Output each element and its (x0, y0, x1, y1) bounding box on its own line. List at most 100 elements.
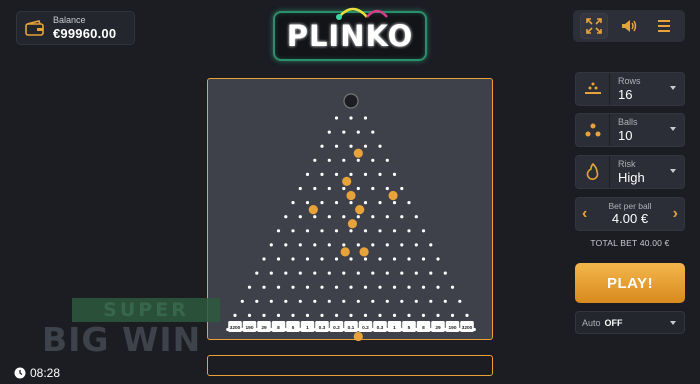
peg (298, 299, 302, 303)
peg (436, 285, 440, 289)
bet-value: 4.00 € (611, 211, 649, 226)
peg (436, 257, 440, 261)
auto-select[interactable]: Auto OFF (575, 311, 685, 334)
peg (305, 229, 310, 233)
balls-value: 10 (618, 127, 633, 143)
logo-arc-decoration (336, 7, 388, 20)
peg (320, 229, 324, 233)
ball (347, 219, 357, 229)
rows-select[interactable]: Rows 16 (575, 72, 685, 106)
peg (313, 186, 317, 191)
chevron-down-icon (670, 86, 676, 90)
peg (320, 285, 324, 289)
ball (342, 176, 352, 186)
peg (334, 313, 339, 317)
peg (450, 285, 455, 289)
peg (400, 186, 404, 191)
rows-icon-wrap (576, 73, 610, 105)
ball (340, 247, 350, 257)
peg (407, 229, 411, 233)
multiplier-label: 0.2 (333, 325, 340, 331)
sound-button[interactable] (615, 13, 643, 39)
chevron-down-icon (670, 127, 676, 131)
peg (349, 201, 353, 205)
peg (276, 285, 281, 289)
peg (443, 271, 447, 275)
peg (342, 186, 346, 191)
clock-icon (14, 367, 26, 379)
peg (363, 229, 368, 233)
peg (342, 271, 346, 275)
ball (359, 247, 369, 257)
plinko-field: 3200 190 29 8 5 1 0.3 0.2 0.1 0.2 0.3 1 5 8 29 190 3200 (226, 93, 476, 341)
peg (356, 158, 360, 162)
peg (371, 215, 375, 219)
fullscreen-button[interactable] (580, 13, 609, 39)
peg (342, 299, 346, 303)
multiplier-label: 5 (408, 325, 411, 331)
watermark-super-text: SUPER (72, 298, 220, 322)
ball (353, 331, 363, 341)
play-button[interactable]: PLAY! (575, 263, 685, 303)
peg (400, 271, 404, 275)
multiplier-label: 0.3 (377, 325, 384, 331)
peg (320, 257, 324, 261)
chevron-down-icon (670, 169, 676, 173)
peg (298, 271, 302, 275)
peg (356, 130, 360, 134)
multiplier-label: 190 (245, 325, 253, 331)
peg (378, 313, 382, 317)
menu-button[interactable] (650, 13, 678, 39)
peg (356, 215, 360, 219)
auto-label: Auto (582, 317, 601, 328)
peg (371, 186, 375, 191)
sound-icon (621, 20, 637, 32)
peg (305, 257, 310, 261)
peg (363, 313, 368, 317)
peg (385, 299, 389, 303)
peg (407, 201, 411, 205)
peg (392, 257, 397, 261)
risk-icon-wrap (576, 156, 610, 188)
peg (385, 215, 389, 219)
peg (378, 257, 382, 261)
bet-decrease-button[interactable]: ‹ (582, 206, 587, 222)
bet-per-ball: ‹ Bet per ball 4.00 € › (575, 197, 685, 231)
peg (327, 271, 331, 275)
peg (255, 299, 259, 303)
peg (400, 299, 404, 303)
multiplier-label: 5 (292, 325, 295, 331)
peg (356, 243, 360, 247)
peg (334, 116, 339, 120)
peg (334, 172, 339, 176)
peg (284, 299, 288, 303)
peg (414, 243, 418, 247)
peg (429, 299, 433, 303)
wallet-icon (25, 20, 44, 36)
peg (334, 144, 339, 148)
bet-increase-button[interactable]: › (673, 206, 678, 222)
peg (385, 243, 389, 247)
clock-time: 08:28 (30, 366, 61, 380)
peg (269, 271, 273, 275)
result-bar (207, 355, 493, 376)
ball (353, 148, 363, 158)
peg (320, 201, 324, 205)
top-controls (573, 10, 685, 42)
peg (327, 299, 331, 303)
multiplier-label: 8 (277, 325, 280, 331)
multiplier-label: 1 (306, 325, 309, 331)
peg (334, 201, 339, 205)
risk-select[interactable]: Risk High (575, 155, 685, 189)
peg (407, 257, 411, 261)
watermark-bigwin-text: BIG WIN (42, 320, 202, 359)
balls-icon (585, 123, 600, 137)
fullscreen-icon (586, 18, 603, 34)
balls-select[interactable]: Balls 10 (575, 113, 685, 147)
peg (291, 201, 295, 205)
peg (356, 271, 360, 275)
peg (356, 299, 360, 303)
peg (371, 299, 375, 303)
peg (450, 313, 455, 317)
peg (363, 201, 368, 205)
